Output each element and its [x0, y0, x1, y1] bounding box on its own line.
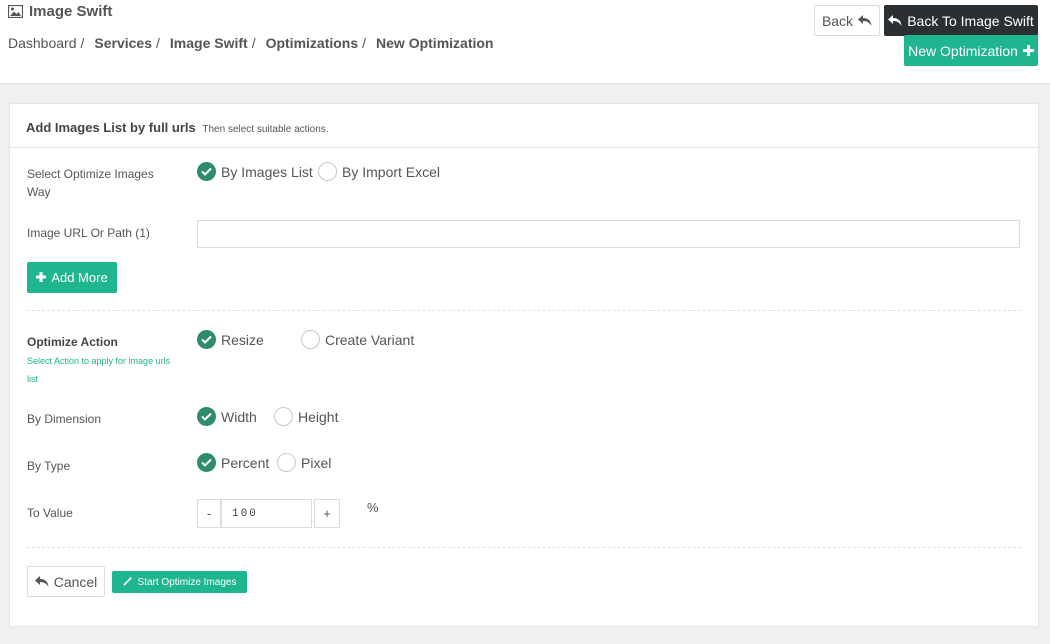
breadcrumb-dashboard[interactable]: Dashboard: [8, 35, 77, 51]
radio-label: Create Variant: [325, 331, 415, 348]
reply-arrow-icon: [888, 13, 902, 29]
start-optimize-button[interactable]: Start Optimize Images: [112, 571, 247, 593]
cancel-label: Cancel: [53, 573, 98, 590]
to-value-label: To Value: [27, 506, 73, 520]
optimize-action-label: Optimize Action: [27, 335, 118, 349]
image-icon: [8, 5, 23, 18]
radio-circle: [277, 453, 296, 472]
plus-icon: [36, 270, 47, 285]
radio-circle: [274, 407, 293, 426]
optimize-way-label: Select Optimize Images Way: [27, 167, 154, 199]
panel-title: Add Images List by full urls Then select…: [26, 120, 329, 135]
breadcrumb-optimizations[interactable]: Optimizations: [266, 35, 359, 51]
radio-circle: [301, 330, 320, 349]
check-icon: [197, 453, 216, 472]
section-divider: [27, 310, 1021, 311]
radio-label: Width: [221, 408, 257, 425]
radio-resize[interactable]: Resize: [197, 330, 264, 349]
panel-title-text: Add Images List by full urls: [26, 120, 196, 135]
radio-width[interactable]: Width: [197, 407, 257, 426]
new-optimization-label: New Optimization: [908, 42, 1018, 59]
radio-by-import-excel[interactable]: By Import Excel: [318, 162, 440, 181]
cancel-button[interactable]: Cancel: [27, 566, 105, 597]
reply-arrow-icon: [34, 574, 49, 590]
breadcrumb-new-optimization: New Optimization: [376, 35, 494, 51]
back-to-image-swift-button[interactable]: Back To Image Swift: [884, 5, 1038, 36]
optimization-form-panel: Add Images List by full urls Then select…: [9, 103, 1039, 627]
radio-label: Height: [298, 408, 339, 425]
check-icon: [197, 330, 216, 349]
top-bar: Image Swift Dashboard / Services / Image…: [0, 0, 1050, 84]
start-optimize-label: Start Optimize Images: [137, 576, 237, 588]
add-more-button[interactable]: Add More: [27, 262, 117, 293]
radio-height[interactable]: Height: [274, 407, 338, 426]
app-title-text: Image Swift: [29, 3, 113, 20]
breadcrumb: Dashboard / Services / Image Swift / Opt…: [8, 35, 493, 51]
optimize-action-hint: Select Action to apply for image urls li…: [27, 356, 171, 384]
radio-label: By Images List: [221, 163, 313, 180]
reply-arrow-icon: [858, 13, 872, 29]
radio-label: Pixel: [301, 454, 332, 471]
value-input[interactable]: [221, 499, 312, 528]
image-url-label: Image URL Or Path (1): [27, 226, 150, 240]
radio-by-images-list[interactable]: By Images List: [197, 162, 313, 181]
radio-create-variant[interactable]: Create Variant: [301, 330, 414, 349]
app-title: Image Swift: [8, 3, 112, 20]
radio-percent[interactable]: Percent: [197, 453, 269, 472]
magic-wand-icon: [122, 576, 133, 589]
increment-button[interactable]: +: [314, 499, 340, 528]
radio-circle: [318, 162, 337, 181]
decrement-button[interactable]: -: [197, 499, 221, 528]
new-optimization-button[interactable]: New Optimization: [904, 35, 1038, 66]
back-to-image-swift-label: Back To Image Swift: [907, 12, 1034, 29]
by-dimension-label: By Dimension: [27, 412, 102, 426]
panel-header: Add Images List by full urls Then select…: [10, 104, 1038, 148]
section-divider: [27, 547, 1021, 548]
breadcrumb-separator: /: [156, 35, 160, 51]
panel-subtitle: Then select suitable actions.: [202, 124, 329, 135]
breadcrumb-image-swift[interactable]: Image Swift: [170, 35, 248, 51]
by-type-label: By Type: [27, 459, 71, 473]
back-button-label: Back: [821, 12, 854, 29]
breadcrumb-separator: /: [251, 35, 256, 51]
radio-label: Resize: [221, 331, 264, 348]
add-more-label: Add More: [51, 270, 108, 285]
radio-label: Percent: [221, 454, 270, 471]
breadcrumb-services[interactable]: Services: [94, 35, 152, 51]
breadcrumb-separator: /: [80, 35, 85, 51]
image-url-input[interactable]: [197, 220, 1020, 248]
back-button[interactable]: Back: [814, 5, 880, 36]
plus-icon: [1022, 43, 1034, 59]
check-icon: [197, 407, 216, 426]
unit-label: %: [367, 500, 379, 515]
check-icon: [197, 162, 216, 181]
radio-label: By Import Excel: [342, 163, 441, 180]
radio-pixel[interactable]: Pixel: [277, 453, 331, 472]
breadcrumb-separator: /: [362, 35, 367, 51]
